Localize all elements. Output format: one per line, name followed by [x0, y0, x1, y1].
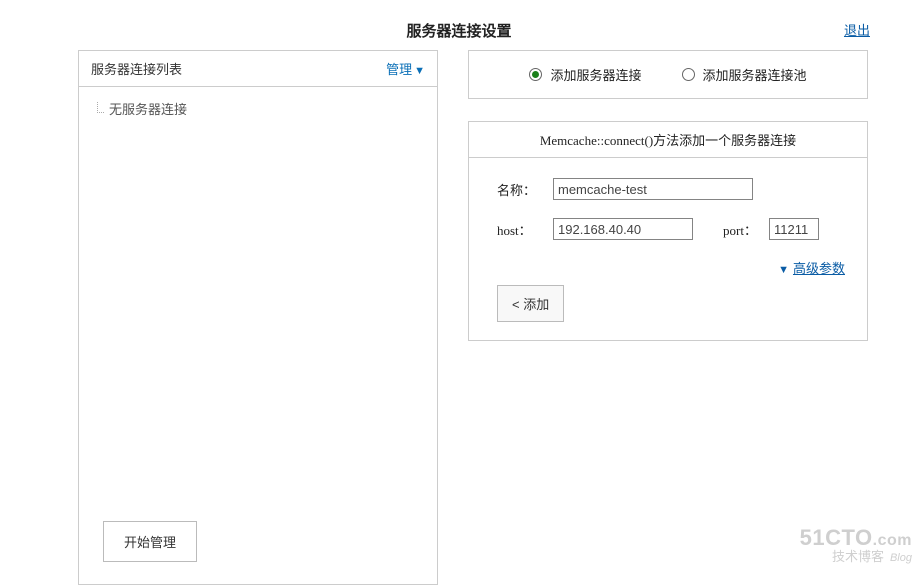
- host-input[interactable]: [553, 218, 693, 240]
- logout-link[interactable]: 退出: [844, 20, 870, 39]
- name-input[interactable]: [553, 178, 753, 200]
- radio-add-pool-label: 添加服务器连接池: [703, 65, 807, 84]
- advanced-params-link[interactable]: 高级参数: [793, 261, 845, 276]
- name-row: 名称：: [497, 178, 845, 200]
- server-list-title: 服务器连接列表: [91, 59, 182, 78]
- connection-type-radio-group: 添加服务器连接 添加服务器连接池: [468, 50, 868, 99]
- tree-empty-item: 无服务器连接: [97, 99, 419, 118]
- manage-dropdown[interactable]: 管理▼: [386, 59, 425, 78]
- port-input[interactable]: [769, 218, 819, 240]
- server-list-panel: 服务器连接列表 管理▼ 无服务器连接 开始管理: [78, 50, 438, 585]
- form-title: Memcache::connect()方法添加一个服务器连接: [469, 122, 867, 158]
- triangle-down-icon: ▼: [778, 264, 789, 276]
- form-title-method: Memcache::connect(): [540, 133, 653, 148]
- manage-dropdown-label: 管理: [386, 62, 412, 77]
- add-button[interactable]: < 添加: [497, 285, 564, 322]
- port-label: port：: [723, 220, 769, 239]
- host-port-row: host： port：: [497, 218, 845, 240]
- radio-icon: [529, 68, 542, 81]
- name-label: 名称：: [497, 180, 553, 199]
- server-tree: 无服务器连接: [79, 87, 437, 507]
- radio-add-server-label: 添加服务器连接: [550, 65, 641, 84]
- radio-icon: [682, 68, 695, 81]
- page-title: 服务器连接设置: [0, 20, 918, 41]
- form-title-suffix: 方法添加一个服务器连接: [653, 133, 796, 148]
- server-list-header: 服务器连接列表 管理▼: [79, 51, 437, 87]
- add-server-form: Memcache::connect()方法添加一个服务器连接 名称： host：…: [468, 121, 868, 341]
- start-manage-button[interactable]: 开始管理: [103, 521, 197, 562]
- chevron-down-icon: ▼: [414, 65, 425, 77]
- radio-add-pool[interactable]: 添加服务器连接池: [682, 65, 807, 84]
- radio-add-server[interactable]: 添加服务器连接: [529, 65, 641, 84]
- host-label: host：: [497, 220, 553, 239]
- add-connection-panel: 添加服务器连接 添加服务器连接池 Memcache::connect()方法添加…: [468, 50, 868, 585]
